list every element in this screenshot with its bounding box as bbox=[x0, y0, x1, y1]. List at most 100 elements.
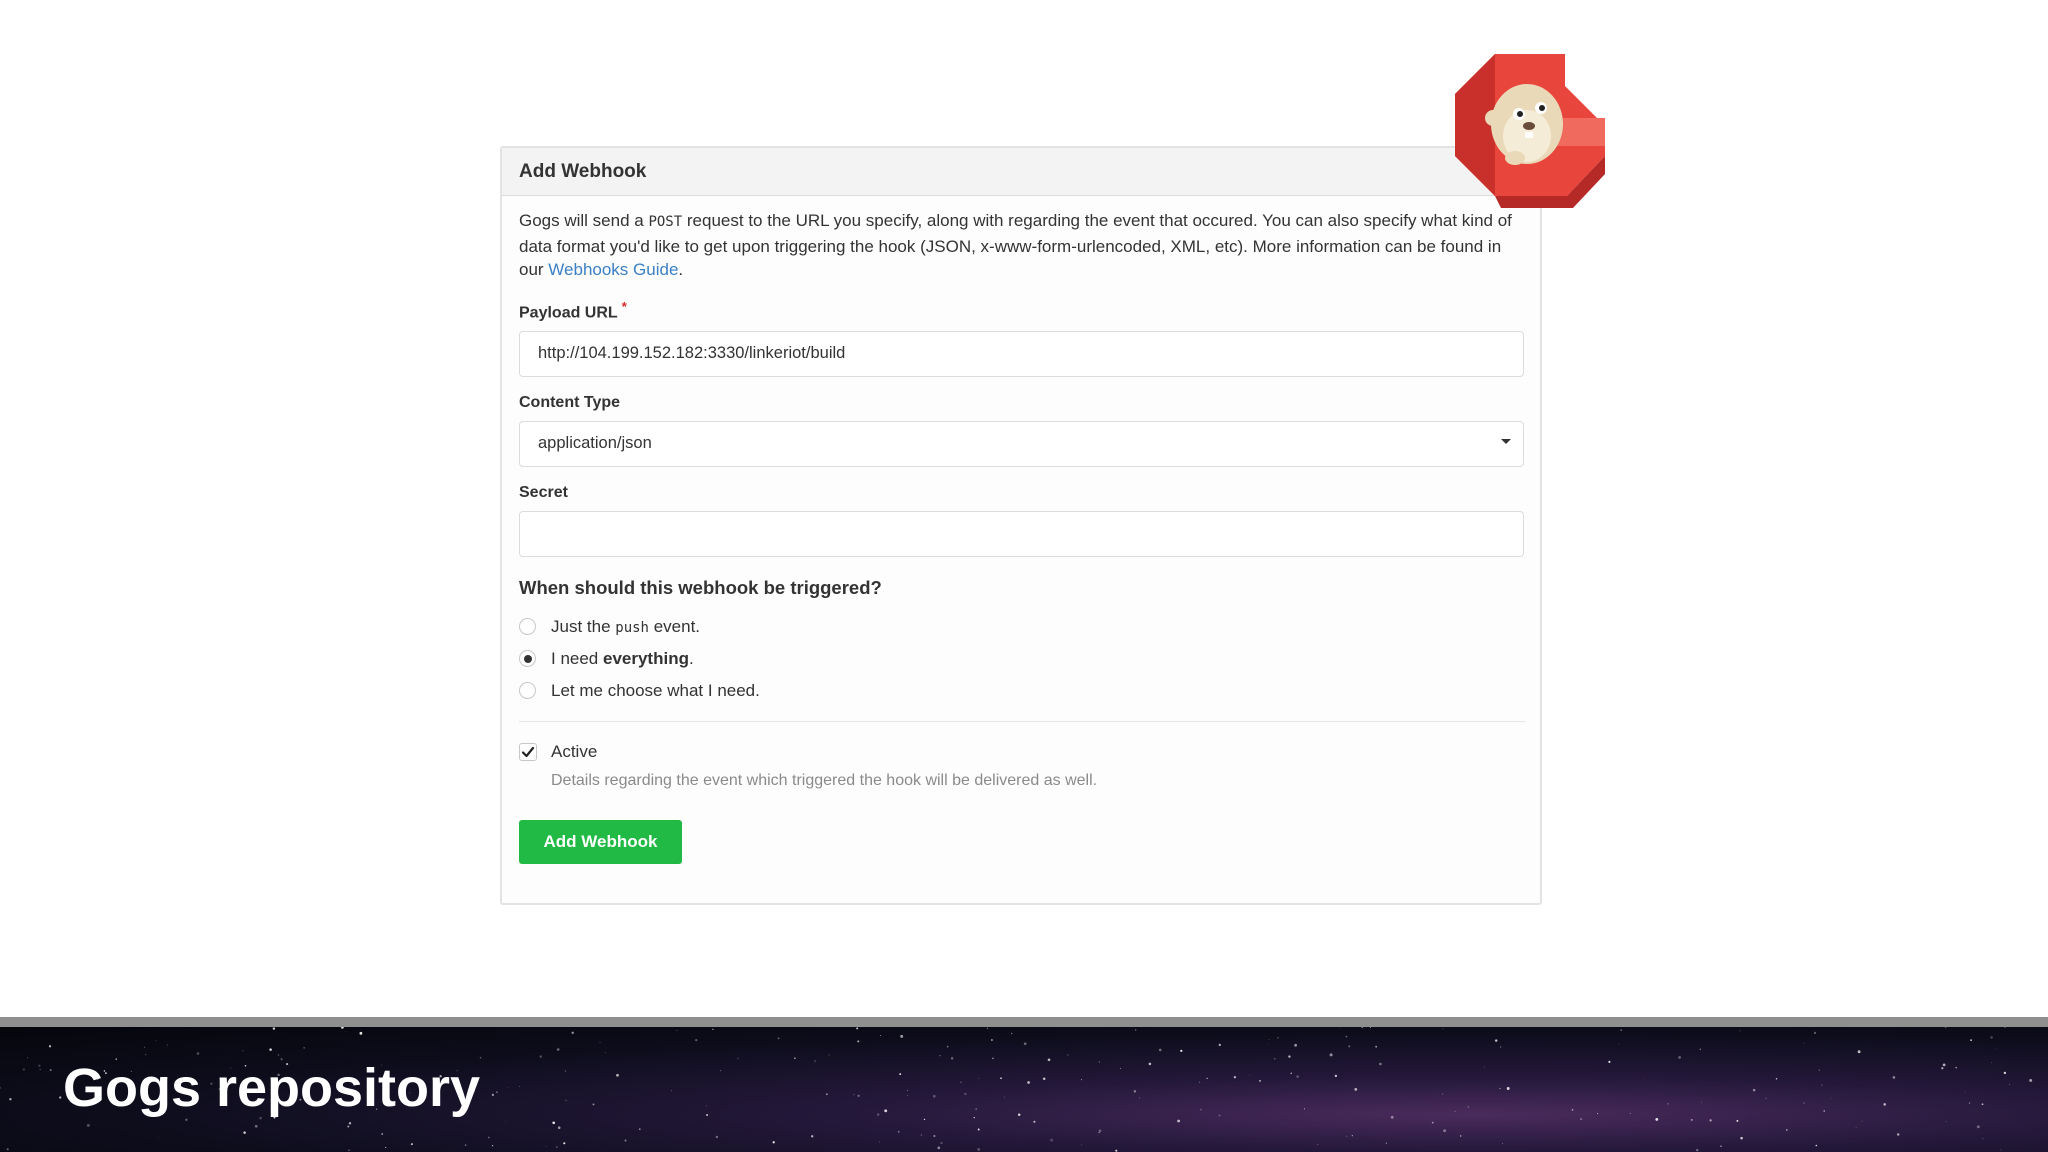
star bbox=[1158, 1048, 1162, 1052]
star bbox=[1500, 1046, 1502, 1048]
star bbox=[39, 1069, 41, 1070]
star bbox=[1995, 1048, 1997, 1050]
panel-body: Gogs will send a POST request to the URL… bbox=[502, 196, 1540, 864]
star bbox=[145, 1054, 147, 1056]
star bbox=[0, 1087, 2, 1089]
active-label: Active bbox=[551, 741, 598, 761]
star bbox=[1892, 1076, 1896, 1079]
star bbox=[706, 1114, 709, 1116]
star bbox=[1180, 1049, 1183, 1053]
star bbox=[907, 1089, 909, 1091]
star bbox=[1098, 1131, 1100, 1134]
star bbox=[1233, 1075, 1237, 1079]
star bbox=[157, 1136, 159, 1138]
star bbox=[794, 1057, 796, 1059]
content-type-label: Content Type bbox=[519, 393, 621, 411]
star bbox=[9, 1097, 12, 1101]
star bbox=[1454, 1110, 1456, 1112]
star bbox=[1369, 1027, 1371, 1028]
trigger-option-everything[interactable]: I need everything. bbox=[519, 643, 1523, 675]
star bbox=[1017, 1113, 1021, 1117]
star bbox=[1740, 1136, 1743, 1140]
divider bbox=[519, 720, 1525, 722]
star bbox=[712, 1028, 714, 1030]
star bbox=[1620, 1029, 1623, 1031]
trigger-question: When should this webhook be triggered? bbox=[519, 576, 882, 598]
slide: Add Webhook Gogs will send a POST reques… bbox=[0, 0, 2048, 1152]
active-checkbox[interactable] bbox=[519, 742, 537, 761]
star bbox=[556, 1048, 560, 1051]
star bbox=[1115, 1149, 1118, 1152]
star bbox=[545, 1146, 547, 1147]
star bbox=[1442, 1093, 1444, 1095]
intro-text: Gogs will send a POST request to the URL… bbox=[519, 209, 1519, 282]
star bbox=[348, 1149, 350, 1152]
star bbox=[1855, 1126, 1857, 1128]
star bbox=[1608, 1060, 1611, 1063]
star bbox=[345, 1031, 346, 1033]
star bbox=[1765, 1097, 1767, 1099]
radio-button[interactable] bbox=[519, 682, 536, 700]
star bbox=[1655, 1118, 1659, 1121]
active-help-text: Details regarding the event which trigge… bbox=[551, 771, 1098, 789]
star bbox=[1050, 1138, 1054, 1142]
star bbox=[706, 1105, 708, 1107]
secret-input[interactable] bbox=[519, 510, 1524, 557]
star bbox=[1218, 1114, 1221, 1117]
radio-button-checked[interactable] bbox=[519, 650, 536, 668]
star bbox=[38, 1064, 41, 1067]
star bbox=[1098, 1061, 1101, 1063]
payload-url-label-text: Payload URL bbox=[519, 303, 618, 321]
star bbox=[2003, 1071, 2007, 1075]
star bbox=[1883, 1103, 1886, 1106]
star bbox=[347, 1125, 350, 1128]
star bbox=[1047, 1058, 1051, 1062]
star bbox=[900, 1034, 904, 1038]
star bbox=[143, 1046, 145, 1048]
star bbox=[1830, 1097, 1832, 1099]
trigger-option-choose[interactable]: Let me choose what I need. bbox=[519, 675, 1523, 707]
add-webhook-panel: Add Webhook Gogs will send a POST reques… bbox=[500, 146, 1542, 905]
star bbox=[1290, 1072, 1292, 1074]
star bbox=[1990, 1036, 1993, 1039]
star bbox=[571, 1031, 574, 1035]
star bbox=[624, 1139, 627, 1142]
star bbox=[1317, 1143, 1319, 1145]
payload-url-input[interactable]: http://104.199.152.182:3330/linkeriot/bu… bbox=[519, 330, 1524, 377]
add-webhook-button[interactable]: Add Webhook bbox=[519, 819, 682, 864]
star bbox=[1803, 1042, 1805, 1044]
star bbox=[564, 1070, 567, 1072]
star bbox=[1861, 1120, 1863, 1122]
footer-divider-bar bbox=[0, 1017, 2048, 1027]
star bbox=[1459, 1135, 1462, 1137]
webhooks-guide-link[interactable]: Webhooks Guide bbox=[548, 260, 678, 279]
star bbox=[1597, 1113, 1599, 1115]
star bbox=[1135, 1029, 1137, 1031]
star bbox=[1976, 1125, 1980, 1129]
star bbox=[880, 1034, 881, 1036]
star bbox=[1177, 1119, 1180, 1123]
radio-button[interactable] bbox=[519, 618, 536, 636]
star bbox=[1199, 1081, 1201, 1083]
star bbox=[1249, 1074, 1250, 1076]
star bbox=[385, 1146, 387, 1148]
star bbox=[1982, 1138, 1984, 1140]
star bbox=[960, 1081, 962, 1083]
trigger-option-push[interactable]: Just the push event. bbox=[519, 611, 1523, 643]
star bbox=[1361, 1027, 1364, 1029]
star bbox=[1678, 1055, 1682, 1059]
star bbox=[487, 1136, 490, 1139]
star bbox=[1431, 1121, 1434, 1124]
active-toggle[interactable]: Active bbox=[519, 740, 1523, 764]
star bbox=[518, 1085, 520, 1087]
star bbox=[272, 1027, 276, 1030]
star bbox=[464, 1144, 467, 1146]
star bbox=[1945, 1121, 1947, 1122]
content-type-select[interactable]: application/json bbox=[519, 420, 1524, 467]
star bbox=[897, 1130, 900, 1133]
option-text: Just the bbox=[551, 616, 616, 636]
star bbox=[1023, 1042, 1027, 1046]
footer-title: Gogs repository bbox=[63, 1058, 481, 1118]
star bbox=[410, 1143, 413, 1146]
star bbox=[491, 1145, 494, 1147]
